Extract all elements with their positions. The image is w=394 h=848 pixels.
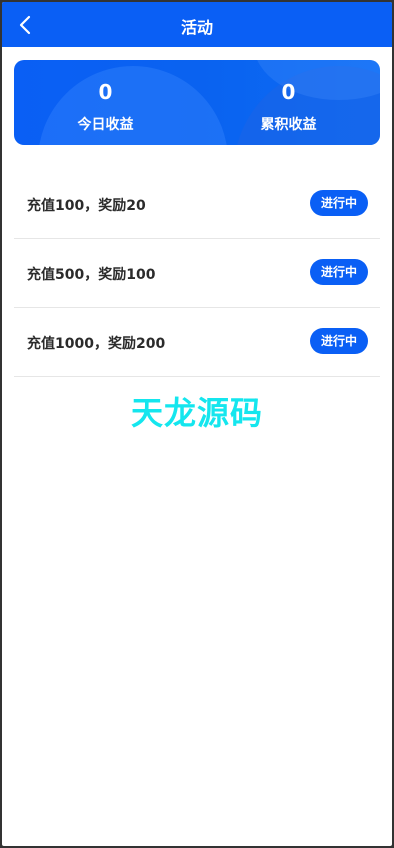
status-button[interactable]: 进行中 [310, 328, 368, 354]
today-earnings-value: 0 [98, 80, 113, 104]
activity-text: 充值500，奖励100 [27, 267, 156, 283]
watermark-text: 天龙源码 [130, 394, 263, 432]
list-item: 充值1000，奖励200 进行中 [14, 308, 380, 377]
activity-text: 充值1000，奖励200 [27, 336, 166, 352]
activity-text: 充值100，奖励20 [27, 198, 146, 214]
earnings-summary-card: 0 今日收益 0 累积收益 [14, 60, 380, 145]
status-button[interactable]: 进行中 [310, 190, 368, 216]
status-button[interactable]: 进行中 [310, 259, 368, 285]
list-item: 充值500，奖励100 进行中 [14, 239, 380, 308]
activity-list: 充值100，奖励20 进行中 充值500，奖励100 进行中 充值1000，奖励… [14, 170, 380, 377]
list-item: 充值100，奖励20 进行中 [14, 170, 380, 239]
total-earnings-value: 0 [281, 80, 296, 104]
today-earnings-label: 今日收益 [77, 117, 134, 133]
top-bar: 活动 [2, 2, 392, 47]
page-title: 活动 [180, 18, 213, 37]
total-earnings-label: 累积收益 [260, 117, 317, 133]
app-screen: 活动 0 今日收益 0 累积收益 充值100，奖励20 进行中 充值500，奖励… [2, 2, 392, 846]
